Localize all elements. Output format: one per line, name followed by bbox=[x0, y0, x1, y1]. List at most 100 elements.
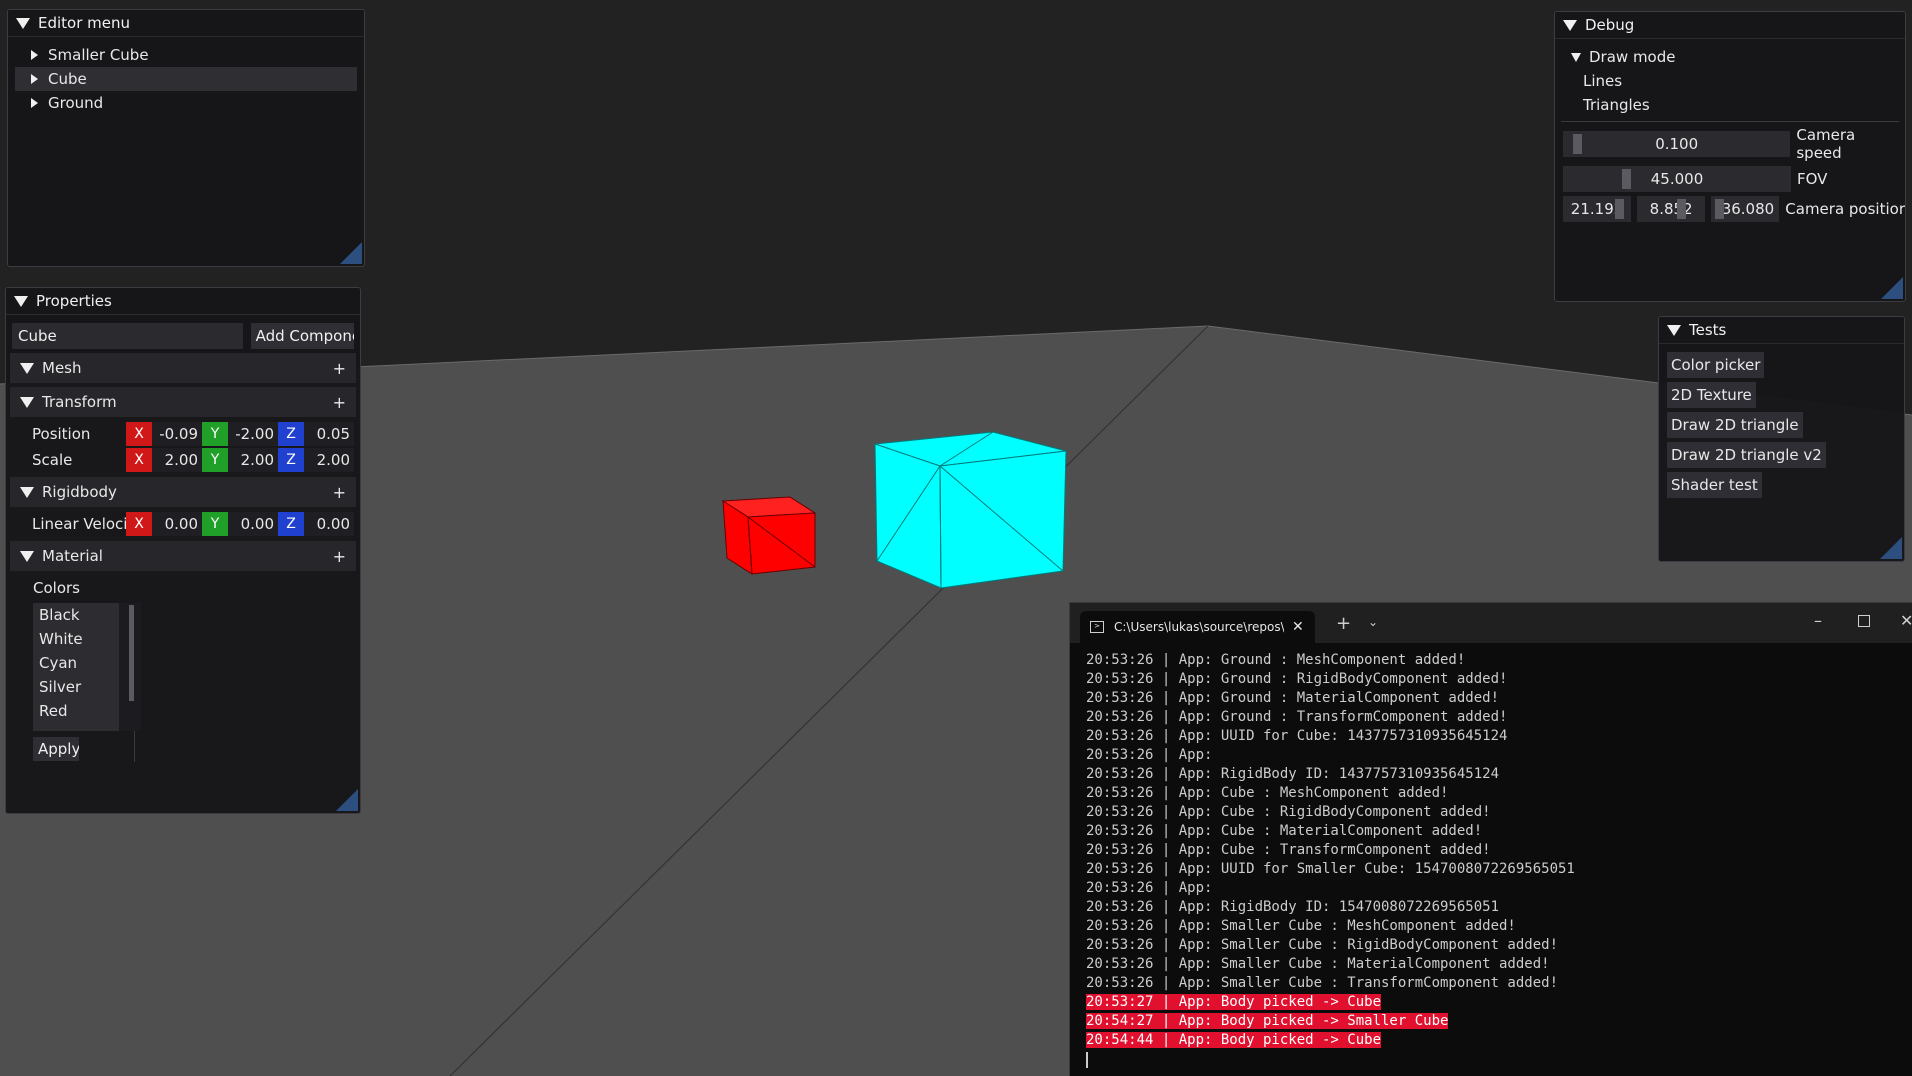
collapse-arrow-icon[interactable] bbox=[1563, 19, 1577, 31]
scale-z-field[interactable]: 2.00 bbox=[304, 448, 354, 472]
entity-name-input[interactable]: Cube bbox=[12, 323, 243, 349]
terminal-line-text: 20:53:26 | App: RigidBody ID: 1437757310… bbox=[1086, 766, 1500, 782]
camera-position-y-field[interactable]: 8.852 bbox=[1637, 196, 1706, 222]
text-cursor bbox=[1086, 1052, 1088, 1068]
tests-window[interactable]: Tests Color picker 2D Texture Draw 2D tr… bbox=[1658, 316, 1905, 562]
camera-position-x-field[interactable]: 21.192 bbox=[1563, 196, 1632, 222]
color-picker-button[interactable]: Color picker bbox=[1667, 352, 1765, 378]
collapse-arrow-icon[interactable] bbox=[20, 486, 34, 498]
color-option-black[interactable]: Black bbox=[33, 603, 119, 627]
minimize-icon[interactable]: – bbox=[1814, 611, 1822, 630]
apply-button[interactable]: Apply bbox=[33, 737, 79, 761]
properties-window[interactable]: Properties Cube Add Componer Mesh + Tran… bbox=[5, 287, 361, 814]
tests-title-bar[interactable]: Tests bbox=[1659, 317, 1904, 344]
color-option-red[interactable]: Red bbox=[33, 699, 119, 723]
camera-speed-label: Camera speed bbox=[1796, 126, 1856, 162]
position-y-field[interactable]: -2.00 bbox=[228, 422, 278, 446]
resize-grip-icon[interactable] bbox=[336, 789, 358, 811]
position-x-field[interactable]: -0.09 bbox=[152, 422, 202, 446]
material-header[interactable]: Material + bbox=[10, 541, 356, 571]
debug-window[interactable]: Debug Draw mode Lines Triangles 0.100 Ca… bbox=[1554, 11, 1906, 302]
terminal-window[interactable]: > C:\Users\lukas\source\repos\I ✕ + ⌄ – … bbox=[1069, 602, 1912, 1076]
terminal-line: 20:54:44 | App: Body picked -> Cube bbox=[1086, 1031, 1912, 1050]
scale-x-field[interactable]: 2.00 bbox=[152, 448, 202, 472]
debug-title-bar[interactable]: Debug bbox=[1555, 12, 1905, 39]
collapse-arrow-icon[interactable] bbox=[1571, 52, 1581, 62]
2d-texture-button[interactable]: 2D Texture bbox=[1667, 382, 1756, 408]
smaller-cube[interactable] bbox=[721, 496, 817, 575]
terminal-tab[interactable]: > C:\Users\lukas\source\repos\I ✕ bbox=[1080, 611, 1315, 643]
add-icon[interactable]: + bbox=[333, 359, 346, 378]
material-header-label: Material bbox=[42, 547, 103, 565]
collapse-arrow-icon[interactable] bbox=[14, 295, 28, 307]
position-z-field[interactable]: 0.05 bbox=[304, 422, 354, 446]
fov-slider[interactable]: 45.000 bbox=[1563, 166, 1791, 192]
collapse-arrow-icon[interactable] bbox=[1667, 324, 1681, 336]
color-option-silver[interactable]: Silver bbox=[33, 675, 119, 699]
draw-2d-triangle-button[interactable]: Draw 2D triangle bbox=[1667, 412, 1803, 438]
color-option-cyan[interactable]: Cyan bbox=[33, 651, 119, 675]
rigidbody-header[interactable]: Rigidbody + bbox=[10, 477, 356, 507]
shader-test-button[interactable]: Shader test bbox=[1667, 472, 1762, 498]
editor-menu-title-bar[interactable]: Editor menu bbox=[8, 10, 364, 37]
add-icon[interactable]: + bbox=[333, 483, 346, 502]
camera-position-z-field[interactable]: -36.080 bbox=[1711, 196, 1780, 222]
expand-arrow-icon[interactable] bbox=[31, 50, 38, 60]
terminal-line: 20:53:26 | App: Ground : MaterialCompone… bbox=[1086, 689, 1912, 708]
colors-scrollbar[interactable] bbox=[129, 605, 134, 701]
resize-grip-icon[interactable] bbox=[1880, 537, 1902, 559]
add-component-button[interactable]: Add Componer bbox=[250, 323, 354, 349]
close-tab-icon[interactable]: ✕ bbox=[1292, 619, 1304, 635]
cube[interactable] bbox=[874, 431, 1067, 589]
slider-grab[interactable] bbox=[1677, 199, 1687, 219]
collapse-arrow-icon[interactable] bbox=[20, 362, 34, 374]
color-option-white[interactable]: White bbox=[33, 627, 119, 651]
terminal-line: 20:53:26 | App: Cube : TransformComponen… bbox=[1086, 841, 1912, 860]
draw-mode-triangles[interactable]: Triangles bbox=[1555, 93, 1905, 117]
y-axis-badge: Y bbox=[202, 512, 228, 536]
slider-grab[interactable] bbox=[1621, 169, 1631, 189]
add-icon[interactable]: + bbox=[333, 547, 346, 566]
terminal-line-text: 20:53:26 | App: RigidBody ID: 1547008072… bbox=[1086, 899, 1500, 915]
slider-grab[interactable] bbox=[1615, 199, 1624, 219]
draw-2d-triangle-v2-button[interactable]: Draw 2D triangle v2 bbox=[1667, 442, 1826, 468]
collapse-arrow-icon[interactable] bbox=[20, 550, 34, 562]
terminal-line: 20:53:26 | App: Cube : MeshComponent add… bbox=[1086, 784, 1912, 803]
velocity-x-field[interactable]: 0.00 bbox=[152, 512, 202, 536]
resize-grip-icon[interactable] bbox=[340, 242, 362, 264]
editor-menu-window[interactable]: Editor menu Smaller Cube Cube Ground bbox=[7, 9, 365, 267]
tree-item-smaller-cube[interactable]: Smaller Cube bbox=[15, 43, 357, 67]
slider-grab[interactable] bbox=[1573, 134, 1583, 154]
tree-item-cube[interactable]: Cube bbox=[15, 67, 357, 91]
expand-arrow-icon[interactable] bbox=[31, 98, 38, 108]
maximize-icon[interactable] bbox=[1858, 615, 1870, 627]
close-window-icon[interactable]: ✕ bbox=[1900, 611, 1912, 630]
draw-mode-lines[interactable]: Lines bbox=[1555, 69, 1905, 93]
draw-mode-tree[interactable]: Draw mode bbox=[1555, 45, 1905, 69]
properties-title-bar[interactable]: Properties bbox=[6, 288, 360, 315]
new-tab-icon[interactable]: + bbox=[1336, 613, 1351, 634]
terminal-output[interactable]: 20:53:26 | App: Ground : MeshComponent a… bbox=[1070, 643, 1912, 1068]
z-axis-badge: Z bbox=[278, 448, 304, 472]
camera-speed-slider[interactable]: 0.100 bbox=[1563, 131, 1791, 157]
colors-listbox[interactable]: Black White Cyan Silver Red bbox=[33, 603, 141, 731]
terminal-title-bar[interactable]: > C:\Users\lukas\source\repos\I ✕ + ⌄ – … bbox=[1070, 603, 1912, 643]
properties-title: Properties bbox=[36, 292, 112, 310]
collapse-arrow-icon[interactable] bbox=[16, 17, 30, 29]
mesh-header[interactable]: Mesh + bbox=[10, 353, 356, 383]
terminal-line: 20:53:26 | App: Smaller Cube : RigidBody… bbox=[1086, 936, 1912, 955]
tree-item-ground[interactable]: Ground bbox=[15, 91, 357, 115]
scale-y-field[interactable]: 2.00 bbox=[228, 448, 278, 472]
velocity-y-field[interactable]: 0.00 bbox=[228, 512, 278, 536]
resize-grip-icon[interactable] bbox=[1881, 277, 1903, 299]
transform-header[interactable]: Transform + bbox=[10, 387, 356, 417]
expand-arrow-icon[interactable] bbox=[31, 74, 38, 84]
x-axis-badge: X bbox=[126, 512, 152, 536]
chevron-down-icon[interactable]: ⌄ bbox=[1368, 615, 1378, 629]
add-icon[interactable]: + bbox=[333, 393, 346, 412]
velocity-z-field[interactable]: 0.00 bbox=[304, 512, 354, 536]
collapse-arrow-icon[interactable] bbox=[20, 396, 34, 408]
rigidbody-header-label: Rigidbody bbox=[42, 483, 117, 501]
terminal-line-text: 20:53:26 | App: Smaller Cube : Transform… bbox=[1086, 975, 1559, 991]
slider-grab[interactable] bbox=[1715, 199, 1725, 219]
